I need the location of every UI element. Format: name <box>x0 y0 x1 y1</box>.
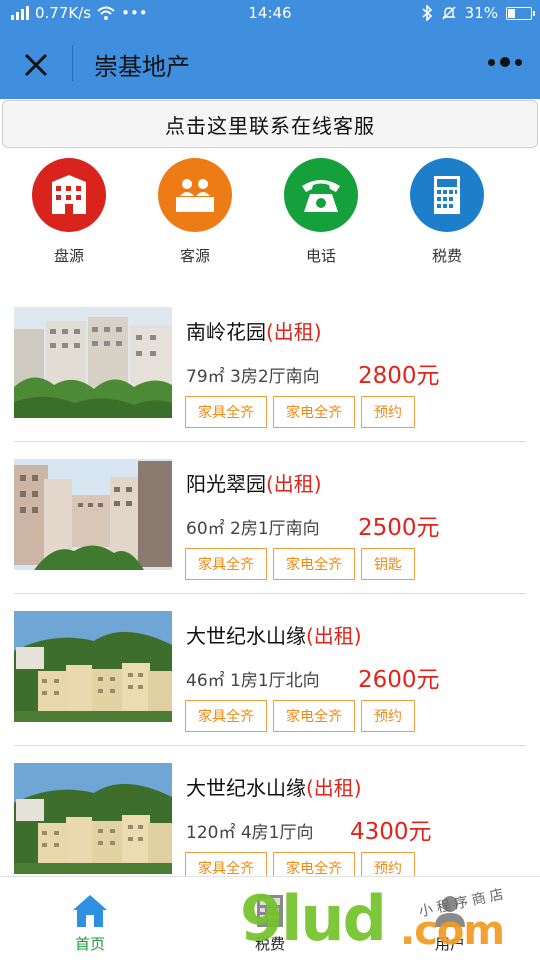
tab-label: 税费 <box>254 935 285 953</box>
bluetooth-icon <box>422 5 432 21</box>
property-price: 2500元 <box>358 515 440 541</box>
tab-tax[interactable]: 税费 <box>210 885 330 954</box>
close-icon <box>24 53 48 77</box>
status-bar: 0.77K/s ••• 14:46 31% <box>0 0 540 27</box>
feature-tag: 家具全齐 <box>185 396 267 428</box>
quick-menu: 盘源 客源 电话 税费 <box>0 156 540 266</box>
property-price: 2800元 <box>358 363 440 389</box>
menu-item-label: 电话 <box>305 247 336 265</box>
battery-percent: 31% <box>464 4 498 22</box>
feature-tag: 家电全齐 <box>273 700 355 732</box>
tab-bar: 首页 税费 用户 <box>0 876 540 960</box>
property-name: 大世纪水山缘 <box>186 776 306 800</box>
building-icon <box>32 158 106 232</box>
property-photo <box>14 763 172 874</box>
property-name: 南岭花园 <box>186 320 266 344</box>
property-title: 南岭花园(出租) <box>186 316 322 345</box>
close-button[interactable] <box>16 45 56 85</box>
menu-item-clients[interactable]: 客源 <box>140 156 250 266</box>
property-name: 阳光翠园 <box>186 472 266 496</box>
menu-item-label: 盘源 <box>53 247 84 265</box>
feature-tag: 家具全齐 <box>185 548 267 580</box>
more-dot-icon <box>500 57 510 67</box>
list-item[interactable]: 阳光翠园(出租) 60㎡ 2房1厅南向 2500元 家具全齐 家电全齐 钥匙 <box>14 442 526 594</box>
property-meta: 79㎡ 3房2厅南向 <box>186 367 320 387</box>
property-name: 大世纪水山缘 <box>186 624 306 648</box>
telephone-icon <box>284 158 358 232</box>
nav-divider <box>72 45 73 81</box>
tab-label: 用户 <box>434 935 465 953</box>
rent-tag: (出租) <box>306 776 362 800</box>
tab-home[interactable]: 首页 <box>30 885 150 954</box>
mute-icon <box>441 6 456 20</box>
property-meta: 46㎡ 1房1厅北向 <box>186 671 320 691</box>
contact-service-button[interactable]: 点击这里联系在线客服 <box>2 100 538 148</box>
feature-tag: 家具全齐 <box>185 700 267 732</box>
property-photo <box>14 611 172 722</box>
feature-tag: 预约 <box>361 700 415 732</box>
feature-tag: 钥匙 <box>361 548 415 580</box>
calculator-icon <box>410 158 484 232</box>
property-tags: 家具全齐 家电全齐 预约 <box>185 396 415 428</box>
menu-item-label: 税费 <box>431 247 462 265</box>
property-tags: 家具全齐 家电全齐 预约 <box>185 700 415 732</box>
tab-label: 首页 <box>74 935 105 953</box>
more-menu-button[interactable] <box>488 57 522 67</box>
property-title: 大世纪水山缘(出租) <box>186 620 362 649</box>
menu-item-label: 客源 <box>179 247 210 265</box>
user-icon <box>430 891 470 931</box>
more-dot-icon <box>515 58 522 66</box>
property-title: 大世纪水山缘(出租) <box>186 772 362 801</box>
nav-bar: 崇基地产 <box>0 27 540 99</box>
property-photo <box>14 307 172 418</box>
property-price: 2600元 <box>358 667 440 693</box>
clients-icon <box>158 158 232 232</box>
property-meta: 60㎡ 2房1厅南向 <box>186 519 320 539</box>
feature-tag: 家电全齐 <box>273 548 355 580</box>
property-tags: 家具全齐 家电全齐 钥匙 <box>185 548 415 580</box>
menu-item-listings[interactable]: 盘源 <box>14 156 124 266</box>
page-title: 崇基地产 <box>94 53 190 81</box>
rent-tag: (出租) <box>306 624 362 648</box>
list-item[interactable]: 南岭花园(出租) 79㎡ 3房2厅南向 2800元 家具全齐 家电全齐 预约 <box>14 290 526 442</box>
menu-item-phone[interactable]: 电话 <box>266 156 376 266</box>
property-price: 4300元 <box>350 819 432 845</box>
rent-tag: (出租) <box>266 472 322 496</box>
battery-icon <box>506 6 535 20</box>
property-meta: 120㎡ 4房1厅向 <box>186 823 314 843</box>
feature-tag: 家电全齐 <box>273 396 355 428</box>
menu-item-tax[interactable]: 税费 <box>392 156 502 266</box>
property-title: 阳光翠园(出租) <box>186 468 322 497</box>
more-dot-icon <box>488 58 495 66</box>
feature-tag: 预约 <box>361 396 415 428</box>
list-item[interactable]: 大世纪水山缘(出租) 46㎡ 1房1厅北向 2600元 家具全齐 家电全齐 预约 <box>14 594 526 746</box>
rent-tag: (出租) <box>266 320 322 344</box>
property-photo <box>14 459 172 570</box>
calculator-icon <box>250 891 290 931</box>
tab-user[interactable]: 用户 <box>390 885 510 954</box>
home-icon <box>70 891 110 931</box>
